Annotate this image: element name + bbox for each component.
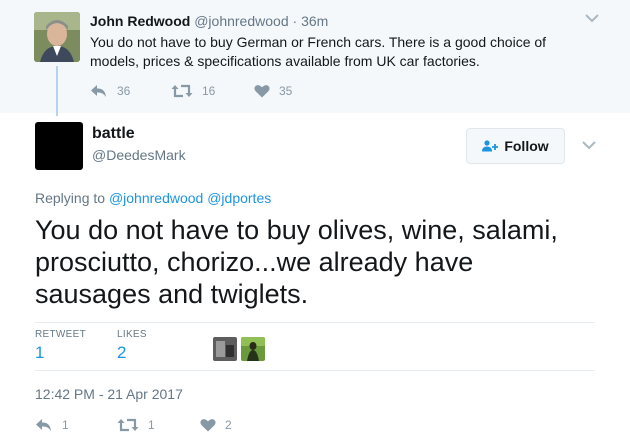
- parent-time[interactable]: 36m: [301, 13, 328, 29]
- tweet-timestamp[interactable]: 12:42 PM - 21 Apr 2017: [35, 386, 183, 402]
- parent-retweet-count: 16: [202, 84, 216, 98]
- retweet-icon: [117, 418, 139, 432]
- parent-reply-count: 36: [117, 84, 131, 98]
- replying-to-prefix: Replying to: [35, 190, 106, 206]
- chevron-down-icon[interactable]: [582, 140, 596, 150]
- likes-stat[interactable]: LIKES 2: [117, 329, 147, 363]
- parent-tweet-text: You do not have to buy German or French …: [90, 34, 547, 69]
- stats-bottom-divider: [35, 370, 595, 371]
- heart-icon: [254, 85, 270, 98]
- retweet-stat-label: RETWEET: [35, 329, 86, 340]
- parent-avatar[interactable]: [34, 12, 80, 62]
- liker-avatar[interactable]: [241, 337, 265, 361]
- parent-author-handle[interactable]: @johnredwood: [194, 13, 288, 29]
- stats-top-divider: [35, 322, 595, 323]
- parent-author-name[interactable]: John Redwood: [90, 13, 190, 29]
- liker-avatar[interactable]: [213, 337, 237, 361]
- retweet-stat-count: 1: [35, 343, 45, 362]
- likes-stat-count: 2: [117, 343, 127, 362]
- follow-button-label: Follow: [504, 138, 549, 154]
- parent-like-button[interactable]: 35: [254, 84, 292, 98]
- replying-to-link-jdportes[interactable]: @jdportes: [207, 190, 271, 206]
- retweet-icon: [171, 84, 193, 98]
- author-name[interactable]: battle: [92, 125, 135, 143]
- tweet-stats: RETWEET 1 LIKES 2: [35, 329, 595, 369]
- parent-like-count: 35: [279, 84, 293, 98]
- follow-button[interactable]: Follow: [466, 128, 565, 164]
- parent-avatar-photo: [34, 12, 80, 62]
- parent-retweet-button[interactable]: 16: [171, 84, 215, 98]
- retweet-stat[interactable]: RETWEET 1: [35, 329, 86, 363]
- reply-icon: [36, 419, 51, 431]
- likes-stat-label: LIKES: [117, 329, 147, 340]
- reply-count: 1: [62, 418, 69, 432]
- retweet-count: 1: [148, 418, 155, 432]
- parent-tweet[interactable]: John Redwood @johnredwood · 36m You do n…: [0, 0, 630, 113]
- parent-reply-button[interactable]: 36: [90, 84, 130, 98]
- chevron-down-icon[interactable]: [585, 13, 599, 23]
- retweet-button[interactable]: 1: [117, 418, 155, 432]
- parent-separator: ·: [292, 13, 298, 29]
- likers-avatars: [213, 337, 269, 361]
- replying-to-link-johnredwood[interactable]: @johnredwood: [109, 190, 203, 206]
- like-count: 2: [225, 418, 232, 432]
- thread-connector-line: [56, 66, 58, 116]
- reply-button[interactable]: 1: [35, 418, 69, 432]
- replying-to-line: Replying to @johnredwood @jdportes: [35, 190, 271, 206]
- parent-header: John Redwood @johnredwood · 36m: [90, 13, 328, 29]
- heart-icon: [200, 419, 216, 432]
- tweet-text: You do not have to buy olives, wine, sal…: [35, 215, 558, 309]
- author-handle[interactable]: @DeedesMark: [92, 147, 186, 163]
- follow-person-icon: [482, 140, 499, 152]
- author-avatar[interactable]: [35, 122, 83, 170]
- like-button[interactable]: 2: [200, 418, 232, 432]
- reply-icon: [91, 85, 106, 97]
